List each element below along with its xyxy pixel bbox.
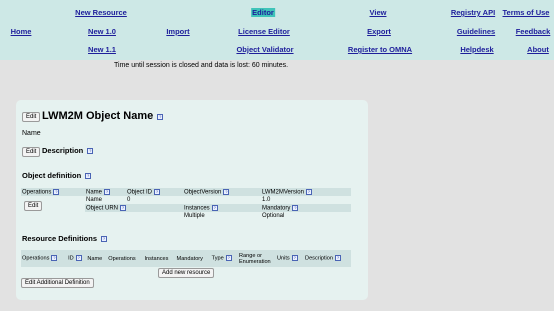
session-notice: Time until session is closed and data is… [114,62,289,69]
object-id-value: 0 [127,197,131,203]
nav-object-validator[interactable]: Object Validator [236,45,293,54]
lwm2m-version-value: 1.0 [262,197,271,203]
instances-value: Multiple [184,213,205,219]
nav-editor[interactable]: Editor [251,8,275,17]
nav-new-resource[interactable]: New Resource [75,8,127,17]
object-id-header: Object ID [127,189,153,196]
edit-additional-definition-button[interactable]: Edit Additional Definition [21,278,94,288]
object-definition-heading-row: Object definition ? [22,171,92,180]
res-instances-header: Instances [144,255,169,262]
nav-guidelines[interactable]: Guidelines [457,27,495,36]
description-heading: Description [42,146,84,155]
help-icon[interactable]: ? [154,188,161,195]
description-row: Description ? [42,146,94,155]
object-definition-table: Operations? Name? Object ID? ObjectVersi… [21,188,351,220]
nav-new-1-1[interactable]: New 1.1 [88,45,116,54]
nav-registry-api[interactable]: Registry API [451,8,495,17]
nav-license-editor[interactable]: License Editor [238,27,290,36]
res-type-header: Type [211,255,224,262]
nav-about[interactable]: About [527,45,549,54]
help-icon[interactable]: ? [51,255,58,262]
res-units-header: Units [276,255,290,262]
nav-import[interactable]: Import [166,27,189,36]
help-icon[interactable]: ? [85,173,92,180]
object-version-value [183,196,261,204]
name-header: Name [86,189,103,196]
res-description-header: Description [305,255,334,262]
help-icon[interactable]: ? [157,114,164,121]
operations-header: Operations [22,189,52,196]
nav-new-1-0[interactable]: New 1.0 [88,27,116,36]
help-icon[interactable]: ? [100,236,107,243]
lwm2m-version-header: LWM2MVersion [262,189,304,196]
resource-definitions-heading-row: Resource Definitions ? [22,234,107,243]
res-ops-header: Operations [108,255,136,262]
edit-description-button[interactable]: Edit [22,147,41,157]
name-label: Name [22,130,41,137]
help-icon[interactable]: ? [53,188,60,195]
object-urn-header: Object URN [86,205,119,212]
nav-export[interactable]: Export [367,27,391,36]
help-icon[interactable]: ? [292,204,299,211]
nav-register-omna[interactable]: Register to OMNA [348,45,412,54]
help-icon[interactable]: ? [335,255,342,262]
help-icon[interactable]: ? [104,188,111,195]
edit-title-button[interactable]: Edit [22,112,41,122]
add-new-resource-button[interactable]: Add new resource [158,268,215,278]
object-name-value: Name [86,197,103,203]
object-definition-heading: Object definition [22,171,82,180]
help-icon[interactable]: ? [87,148,94,155]
resource-definitions-heading: Resource Definitions [22,234,98,243]
resource-definitions-table: Operations? ID? Name Operations Instance… [21,250,351,267]
object-version-header: ObjectVersion [184,189,222,196]
res-name-header: Name [87,255,103,262]
mandatory-header: Mandatory [262,205,291,212]
top-nav: New Resource Editor View Registry API Te… [0,0,554,60]
nav-home[interactable]: Home [11,27,32,36]
instances-header: Instances [184,205,210,212]
nav-terms-of-use[interactable]: Terms of Use [503,8,550,17]
res-operations-header: Operations [22,255,50,262]
help-icon[interactable]: ? [223,188,230,195]
mandatory-value: Optional [262,213,285,219]
help-icon[interactable]: ? [225,255,232,262]
help-icon[interactable]: ? [211,204,218,211]
object-title-row: LWM2M Object Name ? [42,110,164,122]
object-urn-value [85,212,183,220]
help-icon[interactable]: ? [305,188,312,195]
object-title: LWM2M Object Name [42,110,154,122]
help-icon[interactable]: ? [75,255,82,262]
help-icon[interactable]: ? [120,204,127,211]
help-icon[interactable]: ? [291,255,298,262]
nav-feedback[interactable]: Feedback [516,27,551,36]
edit-object-definition-button[interactable]: Edit [24,201,43,211]
res-id-header: ID [68,255,74,262]
res-mandatory-header: Mandatory [176,255,203,262]
nav-view[interactable]: View [370,8,387,17]
editor-panel: Edit LWM2M Object Name ? Name Edit Descr… [16,100,368,300]
nav-helpdesk[interactable]: Helpdesk [460,45,493,54]
res-range-header: Range or Enumeration [238,252,271,265]
